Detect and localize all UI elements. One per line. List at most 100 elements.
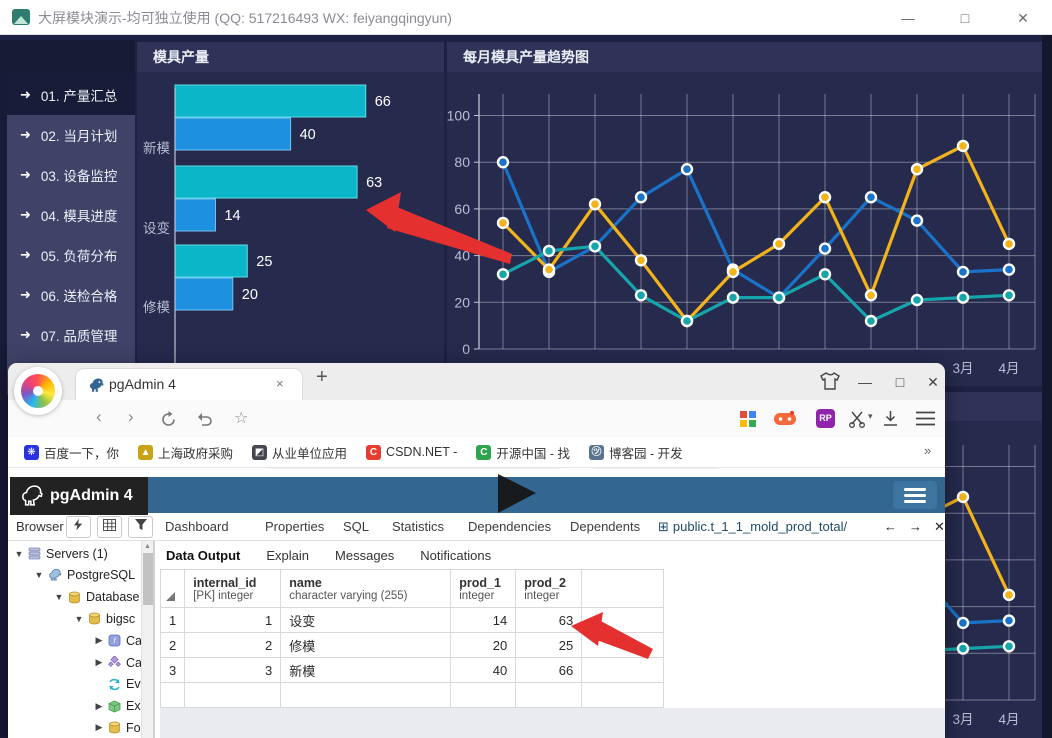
browser-close-button[interactable]: ✕ bbox=[918, 371, 945, 393]
tree-node-3[interactable]: ▼Database bbox=[52, 587, 140, 608]
tree-node-8[interactable]: ▶Ex bbox=[92, 696, 141, 717]
cell-prod_2[interactable]: 66 bbox=[516, 658, 582, 683]
pgadmin-tab-properties[interactable]: Properties bbox=[265, 513, 324, 541]
minimize-button[interactable]: — bbox=[891, 6, 925, 30]
new-tab-button[interactable]: + bbox=[316, 366, 328, 389]
cell-internal_id[interactable]: 2 bbox=[185, 633, 281, 658]
grid-row-4[interactable] bbox=[161, 683, 664, 708]
cell-prod_2[interactable] bbox=[516, 683, 582, 708]
undo-icon[interactable] bbox=[196, 411, 214, 427]
sidebar-item-1[interactable]: ➜01. 产量汇总 bbox=[7, 75, 135, 115]
downloads-icon[interactable] bbox=[882, 410, 899, 427]
pgadmin-tab-dependencies[interactable]: Dependencies bbox=[468, 513, 551, 541]
close-button[interactable]: ✕ bbox=[1006, 6, 1040, 30]
bookmark-item-5[interactable]: C开源中国 - 找 bbox=[476, 443, 570, 462]
bookmark-item-4[interactable]: CCSDN.NET - bbox=[366, 445, 457, 460]
favorite-star-icon[interactable]: ☆ bbox=[234, 408, 248, 428]
grid-corner-cell[interactable] bbox=[161, 570, 185, 608]
tab-close-icon[interactable]: × bbox=[276, 376, 284, 391]
bookmark-item-2[interactable]: ▲上海政府采购 bbox=[138, 443, 233, 462]
column-header-prod_1[interactable]: prod_1integer bbox=[451, 570, 516, 608]
tab-back-icon[interactable]: ← bbox=[884, 513, 897, 541]
filter-button[interactable] bbox=[128, 516, 153, 538]
tree-scrollbar-thumb[interactable] bbox=[143, 553, 153, 605]
sidebar-item-7[interactable]: ➜07. 品质管理 bbox=[7, 315, 135, 355]
row-number[interactable]: 1 bbox=[161, 608, 185, 633]
sidebar-item-5[interactable]: ➜05. 负荷分布 bbox=[7, 235, 135, 275]
grid-row-3[interactable]: 33新模4066 bbox=[161, 658, 664, 683]
chevron-right-icon[interactable]: ▶ bbox=[92, 701, 106, 712]
sidebar-item-2[interactable]: ➜02. 当月计划 bbox=[7, 115, 135, 155]
apps-grid-icon[interactable] bbox=[740, 411, 756, 427]
grid-row-2[interactable]: 22修模2025 bbox=[161, 633, 664, 658]
result-tab-data-output[interactable]: Data Output bbox=[166, 548, 240, 563]
pgadmin-tab-table-data[interactable]: ⊞public.t_1_1_mold_prod_total/ bbox=[658, 513, 880, 544]
row-number[interactable]: 2 bbox=[161, 633, 185, 658]
bookmark-item-3[interactable]: ◩从业单位应用 bbox=[252, 443, 347, 462]
tree-node-6[interactable]: ▶Ca bbox=[92, 652, 142, 673]
tree-node-7[interactable]: Ev bbox=[92, 674, 141, 695]
chevron-down-icon[interactable]: ▼ bbox=[72, 614, 86, 624]
pgadmin-menu-icon[interactable] bbox=[893, 481, 937, 509]
browser-logo[interactable] bbox=[14, 367, 62, 415]
cell-name[interactable]: 设变 bbox=[281, 608, 451, 633]
tree-node-2[interactable]: ▼PostgreSQL bbox=[32, 565, 135, 586]
pgadmin-tab-statistics[interactable]: Statistics bbox=[392, 513, 444, 541]
grid-row-1[interactable]: 11设变1463 bbox=[161, 608, 664, 633]
browser-maximize-button[interactable]: □ bbox=[885, 371, 915, 393]
result-tab-messages[interactable]: Messages bbox=[335, 548, 394, 563]
cell-prod_2[interactable]: 25 bbox=[516, 633, 582, 658]
tree-node-4[interactable]: ▼bigsc bbox=[72, 608, 135, 629]
row-number[interactable]: 3 bbox=[161, 658, 185, 683]
bookmark-item-1[interactable]: ❋百度一下，你 bbox=[24, 443, 119, 462]
cell-name[interactable] bbox=[281, 683, 451, 708]
cell-name[interactable]: 修模 bbox=[281, 633, 451, 658]
chevron-right-icon[interactable]: ▶ bbox=[92, 722, 106, 733]
cell-prod_1[interactable]: 40 bbox=[451, 658, 516, 683]
tab-close-icon[interactable]: ✕ bbox=[934, 513, 945, 541]
scroll-up-icon[interactable]: ▲ bbox=[144, 543, 151, 550]
browser-minimize-button[interactable]: — bbox=[850, 371, 880, 393]
tab-forward-icon[interactable]: → bbox=[909, 513, 922, 541]
chevron-down-icon[interactable]: ▼ bbox=[52, 592, 66, 602]
row-number[interactable] bbox=[161, 683, 185, 708]
result-tab-explain[interactable]: Explain bbox=[266, 548, 309, 563]
sidebar-item-6[interactable]: ➜06. 送检合格 bbox=[7, 275, 135, 315]
column-header-empty[interactable] bbox=[582, 570, 664, 608]
forward-icon[interactable]: › bbox=[128, 407, 134, 427]
bookmark-item-6[interactable]: ㋡博客园 - 开发 bbox=[589, 443, 683, 462]
cell-internal_id[interactable]: 3 bbox=[185, 658, 281, 683]
cell-internal_id[interactable]: 1 bbox=[185, 608, 281, 633]
cell-name[interactable]: 新模 bbox=[281, 658, 451, 683]
view-data-button[interactable] bbox=[97, 516, 122, 538]
bookmarks-overflow-icon[interactable]: » bbox=[924, 443, 931, 458]
games-icon[interactable] bbox=[774, 410, 796, 427]
column-header-internal_id[interactable]: internal_id[PK] integer bbox=[185, 570, 281, 608]
tree-node-1[interactable]: ▼Servers (1) bbox=[12, 543, 108, 564]
cell-prod_1[interactable] bbox=[451, 683, 516, 708]
column-header-name[interactable]: namecharacter varying (255) bbox=[281, 570, 451, 608]
cell-internal_id[interactable] bbox=[185, 683, 281, 708]
column-header-prod_2[interactable]: prod_2integer bbox=[516, 570, 582, 608]
quick-query-button[interactable] bbox=[66, 516, 91, 538]
pgadmin-tab-sql[interactable]: SQL bbox=[343, 513, 369, 541]
cell-prod_1[interactable]: 14 bbox=[451, 608, 516, 633]
scissors-dropdown-icon[interactable]: ▾ bbox=[868, 411, 873, 422]
rp-extension-icon[interactable]: RP bbox=[816, 409, 835, 428]
pgadmin-tab-dashboard[interactable]: Dashboard bbox=[165, 513, 229, 541]
sidebar-item-3[interactable]: ➜03. 设备监控 bbox=[7, 155, 135, 195]
sidebar-item-4[interactable]: ➜04. 模具进度 bbox=[7, 195, 135, 235]
browser-menu-icon[interactable] bbox=[916, 411, 935, 426]
chevron-right-icon[interactable]: ▶ bbox=[92, 635, 106, 646]
reload-icon[interactable] bbox=[160, 411, 177, 428]
chevron-right-icon[interactable]: ▶ bbox=[92, 657, 106, 668]
maximize-button[interactable]: □ bbox=[948, 6, 982, 30]
chevron-down-icon[interactable]: ▼ bbox=[12, 549, 26, 559]
shirt-icon[interactable] bbox=[820, 372, 840, 390]
result-tab-notifications[interactable]: Notifications bbox=[420, 548, 491, 563]
tree-scrollbar[interactable]: ▲ bbox=[141, 541, 153, 738]
tree-node-5[interactable]: ▶fCa bbox=[92, 630, 142, 651]
browser-tab[interactable]: pgAdmin 4 × bbox=[75, 368, 303, 400]
back-icon[interactable]: ‹ bbox=[96, 407, 102, 427]
tree-node-9[interactable]: ▶Fo bbox=[92, 717, 141, 738]
